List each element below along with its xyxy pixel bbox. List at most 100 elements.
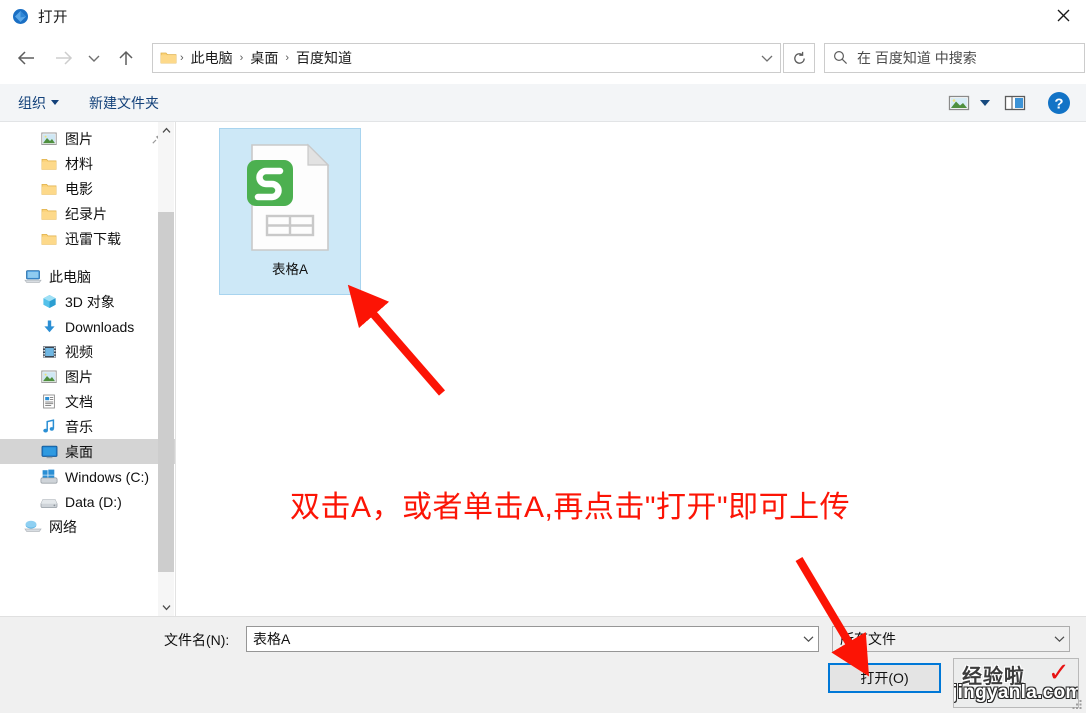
sidebar-item-label: 材料 (65, 155, 93, 172)
sidebar-item-materials[interactable]: 材料 (0, 151, 175, 176)
svg-text:?: ? (1054, 95, 1063, 112)
file-list[interactable]: 表格A (176, 122, 1086, 616)
filename-value: 表格A (253, 631, 291, 647)
picture-icon (40, 130, 58, 148)
filename-input[interactable]: 表格A (246, 626, 819, 652)
sidebar-item-label: 纪录片 (65, 205, 107, 222)
command-bar-right: ? (944, 89, 1086, 117)
command-bar: 组织 新建文件夹 ? (0, 84, 1086, 122)
downloads-icon (40, 318, 58, 336)
chevron-down-icon[interactable] (1049, 635, 1069, 643)
chevron-down-icon[interactable] (798, 635, 818, 643)
sidebar-item-label: 视频 (65, 343, 93, 360)
breadcrumb-item-2[interactable]: 百度知道 (290, 47, 358, 69)
sidebar-item-label: 图片 (65, 368, 93, 385)
filetype-select[interactable]: 所有文件 (832, 626, 1070, 652)
back-arrow-icon[interactable] (11, 43, 41, 73)
desktop-icon (40, 443, 58, 461)
help-icon[interactable]: ? (1046, 90, 1072, 116)
chevron-down-icon[interactable] (158, 599, 174, 616)
preview-pane-icon[interactable] (1000, 89, 1030, 117)
resize-grip-icon[interactable] (1071, 697, 1083, 709)
windows-drive-icon (40, 468, 58, 486)
sidebar-item-pictures-quick[interactable]: 图片 (0, 126, 175, 151)
videos-icon (40, 343, 58, 361)
sidebar-item-documentaries[interactable]: 纪录片 (0, 201, 175, 226)
sidebar-item-windows-c[interactable]: Windows (C:) (0, 464, 175, 489)
watermark: 经验啦 ✓ jingyanla.com (953, 658, 1079, 708)
view-mode-picture-icon[interactable] (944, 89, 974, 117)
sidebar-item-label: 迅雷下载 (65, 230, 121, 247)
search-input[interactable]: 在 百度知道 中搜索 (824, 43, 1085, 73)
open-button[interactable]: 打开(O) (828, 663, 941, 693)
sidebar-item-label: 音乐 (65, 418, 93, 435)
drive-icon (40, 493, 58, 511)
3d-objects-icon (40, 293, 58, 311)
sidebar-item-downloads[interactable]: Downloads (0, 314, 175, 339)
sidebar-item-this-pc[interactable]: 此电脑 (0, 264, 175, 289)
this-pc-icon (24, 268, 42, 286)
open-dialog-icon (11, 7, 29, 25)
sidebar-item-videos[interactable]: 视频 (0, 339, 175, 364)
filetype-value: 所有文件 (840, 631, 896, 647)
chevron-up-icon[interactable] (158, 122, 174, 139)
navigation-bar: › 此电脑 › 桌面 › 百度知道 在 百度知道 中搜索 (0, 32, 1086, 84)
filename-label: 文件名(N): (164, 632, 230, 648)
navigation-pane: 图片 材料 电影 纪录片 迅雷下载 此电脑 3D 对象 Downloads 视频… (0, 122, 176, 616)
breadcrumb-item-1[interactable]: 桌面 (244, 47, 284, 69)
sidebar-item-label: 图片 (65, 130, 93, 147)
chevron-down-icon (51, 100, 59, 105)
folder-icon (40, 155, 58, 173)
scrollbar-thumb[interactable] (158, 212, 174, 572)
chevron-down-icon[interactable] (83, 43, 105, 73)
sidebar-item-label: 此电脑 (49, 268, 91, 285)
watermark-en-text: jingyanla.com (953, 682, 1079, 703)
sidebar-item-thunder-downloads[interactable]: 迅雷下载 (0, 226, 175, 251)
chevron-down-icon[interactable] (980, 99, 990, 106)
file-item-selected[interactable]: 表格A (219, 128, 361, 295)
navigation-list: 图片 材料 电影 纪录片 迅雷下载 此电脑 3D 对象 Downloads 视频… (0, 122, 175, 539)
folder-icon (160, 50, 177, 66)
spreadsheet-file-icon (242, 142, 338, 254)
sidebar-item-pictures[interactable]: 图片 (0, 364, 175, 389)
network-icon (24, 518, 42, 536)
dialog-body: 图片 材料 电影 纪录片 迅雷下载 此电脑 3D 对象 Downloads 视频… (0, 122, 1086, 616)
organize-label: 组织 (18, 94, 46, 111)
close-icon[interactable] (1040, 0, 1086, 31)
sidebar-item-label: 文档 (65, 393, 93, 410)
file-name-label: 表格A (271, 262, 308, 277)
organize-button[interactable]: 组织 (18, 93, 59, 113)
sidebar-item-documents[interactable]: 文档 (0, 389, 175, 414)
sidebar-item-label: 桌面 (65, 443, 93, 460)
search-icon (833, 50, 849, 66)
folder-icon (40, 230, 58, 248)
sidebar-item-desktop[interactable]: 桌面 (0, 439, 175, 464)
breadcrumb-item-0[interactable]: 此电脑 (185, 47, 239, 69)
sidebar-item-label: Data (D:) (65, 493, 122, 510)
breadcrumb: › 此电脑 › 桌面 › 百度知道 (179, 47, 754, 69)
up-arrow-icon[interactable] (111, 43, 141, 73)
sidebar-item-label: 网络 (49, 518, 77, 535)
sidebar-item-label: Downloads (65, 318, 135, 335)
chevron-down-icon[interactable] (754, 54, 780, 63)
forward-arrow-icon (49, 43, 79, 73)
new-folder-button[interactable]: 新建文件夹 (89, 93, 159, 113)
address-bar[interactable]: › 此电脑 › 桌面 › 百度知道 (152, 43, 781, 73)
sidebar-item-movies[interactable]: 电影 (0, 176, 175, 201)
refresh-icon[interactable] (783, 43, 815, 73)
sidebar-item-label: 3D 对象 (65, 293, 115, 310)
picture-icon (40, 368, 58, 386)
search-placeholder: 在 百度知道 中搜索 (857, 50, 977, 66)
title-bar: 打开 (0, 0, 1086, 32)
folder-icon (40, 180, 58, 198)
sidebar-item-3d-objects[interactable]: 3D 对象 (0, 289, 175, 314)
documents-icon (40, 393, 58, 411)
sidebar-item-music[interactable]: 音乐 (0, 414, 175, 439)
sidebar-scrollbar[interactable] (158, 122, 174, 616)
sidebar-item-data-d[interactable]: Data (D:) (0, 489, 175, 514)
sidebar-item-label: Windows (C:) (65, 468, 150, 485)
sidebar-item-label: 电影 (65, 180, 93, 197)
sidebar-item-network[interactable]: 网络 (0, 514, 175, 539)
open-file-dialog: 打开 › 此电脑 › 桌面 › 百度知道 在 百度知道 中搜索 组织 新建文件夹… (0, 0, 1086, 713)
